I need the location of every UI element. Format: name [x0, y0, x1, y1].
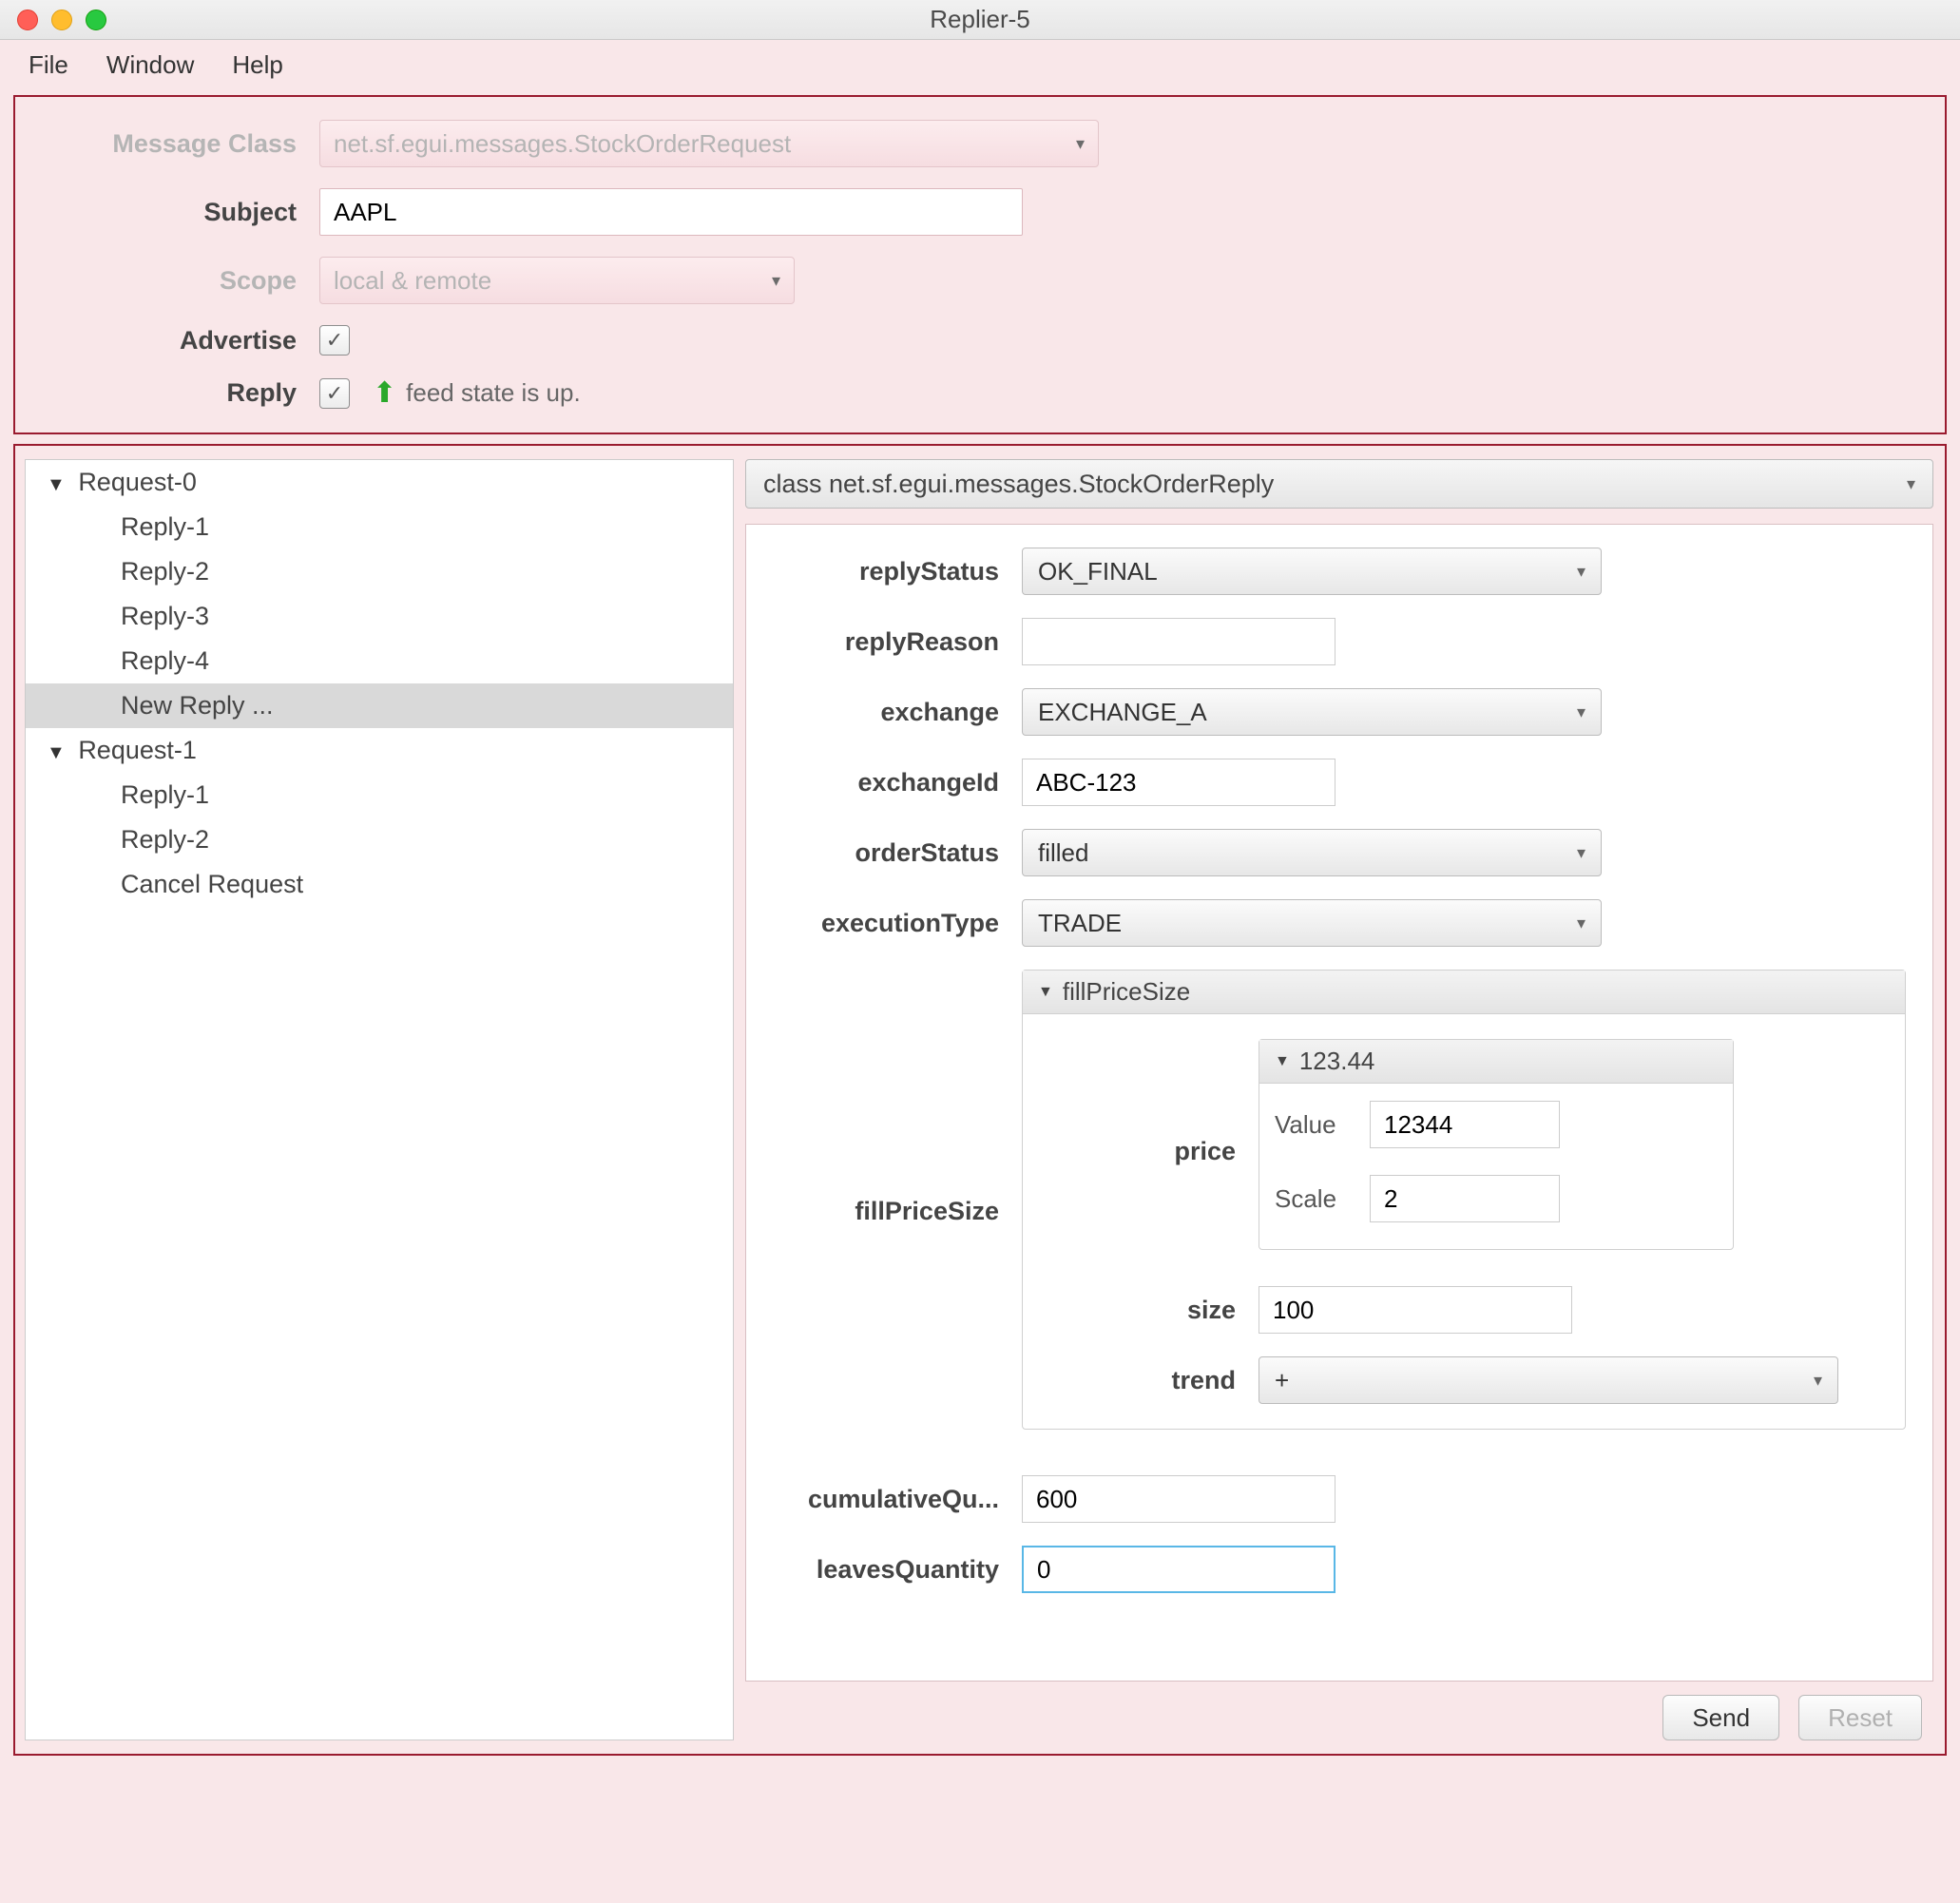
executiontype-label: executionType [765, 909, 1022, 938]
price-group: ▼ 123.44 Value Scale [1259, 1039, 1734, 1250]
trend-label: trend [1030, 1366, 1259, 1395]
feed-status-text: feed state is up. [406, 378, 581, 408]
titlebar: Replier-5 [0, 0, 1960, 40]
chevron-down-icon: ▼ [1275, 1053, 1290, 1070]
subject-input[interactable] [319, 188, 1023, 236]
feed-up-icon: ⬆ [373, 376, 396, 410]
advertise-checkbox[interactable]: ✓ [319, 325, 350, 356]
scope-value: local & remote [334, 266, 491, 296]
chevron-down-icon: ▾ [1907, 474, 1915, 494]
menubar: File Window Help [0, 40, 1960, 89]
price-scale-label: Scale [1275, 1184, 1370, 1214]
chevron-down-icon: ▾ [1577, 702, 1585, 722]
fillpricesize-title: fillPriceSize [1063, 977, 1190, 1007]
tree-node-r1-reply-2[interactable]: Reply-2 [26, 817, 733, 862]
zoom-window-button[interactable] [86, 10, 106, 30]
trend-value: + [1275, 1366, 1289, 1395]
reset-button[interactable]: Reset [1798, 1695, 1922, 1740]
send-button[interactable]: Send [1662, 1695, 1779, 1740]
replyreason-input[interactable] [1022, 618, 1335, 665]
exchangeid-input[interactable] [1022, 759, 1335, 806]
fillpricesize-header[interactable]: ▼ fillPriceSize [1023, 971, 1905, 1014]
cumulativequantity-label: cumulativeQu... [765, 1485, 1022, 1514]
size-label: size [1030, 1296, 1259, 1325]
orderstatus-value: filled [1038, 838, 1088, 868]
replystatus-dropdown[interactable]: OK_FINAL ▾ [1022, 548, 1602, 595]
size-input[interactable] [1259, 1286, 1572, 1334]
tree-node-label: Request-0 [78, 468, 197, 496]
tree-node-reply-4[interactable]: Reply-4 [26, 639, 733, 683]
executiontype-dropdown[interactable]: TRADE ▾ [1022, 899, 1602, 947]
cumulativequantity-input[interactable] [1022, 1475, 1335, 1523]
tree-node-new-reply[interactable]: New Reply ... [26, 683, 733, 728]
chevron-down-icon: ▾ [1814, 1371, 1822, 1391]
executiontype-value: TRADE [1038, 909, 1122, 938]
chevron-down-icon: ▾ [1577, 913, 1585, 933]
chevron-down-icon: ▾ [1577, 843, 1585, 863]
tree-node-request-0[interactable]: ▼ Request-0 [26, 460, 733, 505]
exchange-dropdown[interactable]: EXCHANGE_A ▾ [1022, 688, 1602, 736]
tree-node-reply-3[interactable]: Reply-3 [26, 594, 733, 639]
chevron-down-icon: ▾ [1076, 134, 1085, 154]
tree-node-reply-2[interactable]: Reply-2 [26, 549, 733, 594]
message-class-label: Message Class [34, 129, 319, 159]
replystatus-label: replyStatus [765, 557, 1022, 586]
lower-panel: ▼ Request-0 Reply-1 Reply-2 Reply-3 Repl… [13, 444, 1947, 1756]
scope-label: Scope [34, 266, 319, 296]
orderstatus-dropdown[interactable]: filled ▾ [1022, 829, 1602, 876]
menu-window[interactable]: Window [106, 50, 194, 80]
subject-label: Subject [34, 198, 319, 227]
price-header-value: 123.44 [1299, 1047, 1375, 1076]
tree-pane: ▼ Request-0 Reply-1 Reply-2 Reply-3 Repl… [25, 459, 734, 1740]
chevron-down-icon: ▼ [47, 742, 66, 764]
reply-form-area: class net.sf.egui.messages.StockOrderRep… [745, 459, 1933, 1740]
top-config-panel: Message Class net.sf.egui.messages.Stock… [13, 95, 1947, 434]
price-value-label: Value [1275, 1110, 1370, 1140]
leavesquantity-label: leavesQuantity [765, 1555, 1022, 1585]
chevron-down-icon: ▾ [772, 271, 780, 291]
chevron-down-icon: ▼ [47, 474, 66, 496]
message-class-dropdown[interactable]: net.sf.egui.messages.StockOrderRequest ▾ [319, 120, 1099, 167]
replyreason-label: replyReason [765, 627, 1022, 657]
button-row: Send Reset [745, 1682, 1933, 1740]
price-scale-input[interactable] [1370, 1175, 1560, 1222]
chevron-down-icon: ▼ [1038, 984, 1053, 1001]
reply-checkbox[interactable]: ✓ [319, 378, 350, 409]
reply-label: Reply [34, 378, 319, 408]
tree-node-reply-1[interactable]: Reply-1 [26, 505, 733, 549]
reply-class-value: class net.sf.egui.messages.StockOrderRep… [763, 470, 1274, 499]
reply-fields-panel: replyStatus OK_FINAL ▾ replyReason excha… [745, 524, 1933, 1682]
tree-node-cancel-request[interactable]: Cancel Request [26, 862, 733, 907]
replystatus-value: OK_FINAL [1038, 557, 1158, 586]
traffic-lights [0, 10, 106, 30]
advertise-label: Advertise [34, 326, 319, 356]
tree-node-label: Request-1 [78, 736, 197, 764]
orderstatus-label: orderStatus [765, 838, 1022, 868]
trend-dropdown[interactable]: + ▾ [1259, 1356, 1838, 1404]
leavesquantity-input[interactable] [1022, 1546, 1335, 1593]
scope-dropdown[interactable]: local & remote ▾ [319, 257, 795, 304]
menu-help[interactable]: Help [232, 50, 282, 80]
tree-node-r1-reply-1[interactable]: Reply-1 [26, 773, 733, 817]
fillpricesize-group: ▼ fillPriceSize price ▼ 123.44 [1022, 970, 1906, 1430]
fillpricesize-side-label: fillPriceSize [765, 1197, 1022, 1226]
exchange-label: exchange [765, 698, 1022, 727]
chevron-down-icon: ▾ [1577, 562, 1585, 582]
message-class-value: net.sf.egui.messages.StockOrderRequest [334, 129, 791, 159]
minimize-window-button[interactable] [51, 10, 72, 30]
tree-node-request-1[interactable]: ▼ Request-1 [26, 728, 733, 773]
price-header[interactable]: ▼ 123.44 [1259, 1040, 1733, 1084]
menu-file[interactable]: File [29, 50, 68, 80]
reply-class-dropdown[interactable]: class net.sf.egui.messages.StockOrderRep… [745, 459, 1933, 509]
close-window-button[interactable] [17, 10, 38, 30]
exchangeid-label: exchangeId [765, 768, 1022, 798]
price-label: price [1030, 1137, 1259, 1166]
price-value-input[interactable] [1370, 1101, 1560, 1148]
window-title: Replier-5 [0, 5, 1960, 34]
exchange-value: EXCHANGE_A [1038, 698, 1207, 727]
